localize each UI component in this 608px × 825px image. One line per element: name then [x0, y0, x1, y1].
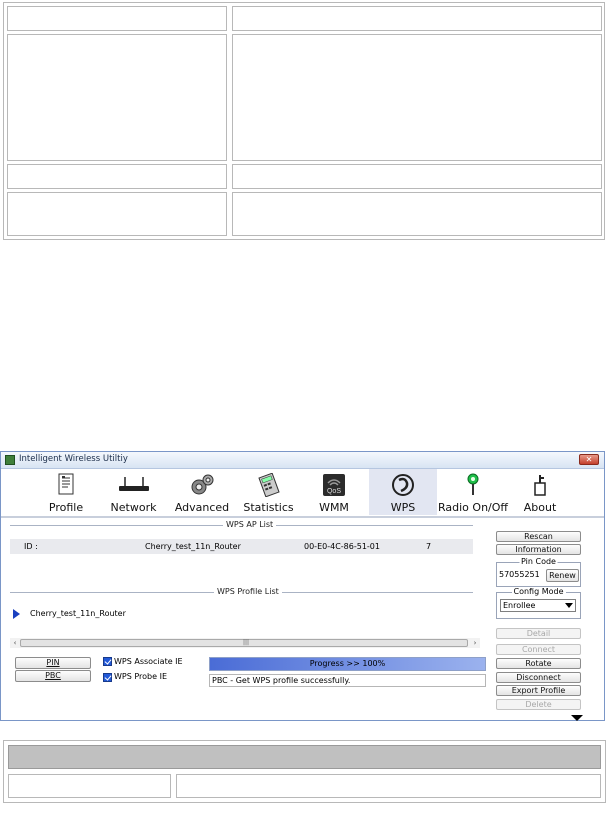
advanced-icon — [191, 474, 214, 495]
ap-list-empty-area[interactable] — [10, 554, 473, 584]
title-bar[interactable]: Intelligent Wireless Utiltiy ✕ — [1, 452, 604, 469]
app-icon — [5, 455, 15, 465]
pbc-button-label: PBC — [45, 671, 61, 680]
selected-arrow-icon — [13, 609, 20, 619]
bottom-document-table — [3, 740, 606, 803]
wps-associate-ie-label: WPS Associate IE — [114, 657, 183, 666]
ap-bssid: 00-E0-4C-86-51-01 — [304, 542, 380, 551]
table-cell — [8, 774, 171, 798]
tab-label: About — [523, 501, 557, 514]
scroll-right-arrow[interactable]: › — [470, 638, 480, 648]
tab-network[interactable]: Network — [106, 469, 161, 515]
rescan-button[interactable]: Rescan — [496, 531, 581, 542]
scroll-thumb[interactable]: ||| — [20, 639, 468, 647]
ap-id-label: ID : — [24, 542, 38, 551]
tab-label: Profile — [48, 501, 84, 514]
status-text: PBC - Get WPS profile successfully. — [209, 674, 486, 687]
tab-wps[interactable]: WPS — [369, 469, 437, 515]
scroll-grip: ||| — [243, 639, 250, 646]
expand-down-icon[interactable] — [571, 715, 583, 721]
radio-icon — [467, 473, 479, 495]
table-row[interactable]: ID : Cherry_test_11n_Router 00-E0-4C-86-… — [10, 539, 473, 554]
tab-label: Network — [110, 501, 157, 514]
toolbar-divider — [1, 516, 604, 518]
progress-text: Progress >> 100% — [309, 659, 386, 668]
close-button[interactable]: ✕ — [579, 454, 599, 465]
wps-probe-ie-checkbox[interactable] — [103, 673, 112, 682]
table-cell — [232, 164, 602, 189]
wps-probe-ie-label: WPS Probe IE — [114, 672, 168, 681]
chevron-down-icon — [565, 603, 573, 608]
table-cell — [7, 192, 227, 236]
wps-associate-ie-checkbox[interactable] — [103, 657, 112, 666]
wps-ap-list-title: WPS AP List — [223, 520, 277, 529]
list-item[interactable]: Cherry_test_11n_Router — [30, 609, 126, 618]
information-button[interactable]: Information — [496, 544, 581, 555]
tab-label: Advanced — [174, 501, 230, 514]
profile-list[interactable]: Cherry_test_11n_Router — [10, 603, 473, 635]
config-mode-group: Config Mode Enrollee — [496, 587, 581, 619]
ap-channel: 7 — [426, 542, 432, 551]
tab-label: WMM — [319, 501, 349, 514]
config-mode-select[interactable]: Enrollee — [500, 599, 576, 612]
delete-button[interactable]: Delete — [496, 699, 581, 710]
table-cell — [232, 34, 602, 161]
table-cell — [7, 164, 227, 189]
detail-button[interactable]: Detail — [496, 628, 581, 639]
toolbar: Profile Network Advanced Statistics QoS … — [1, 469, 604, 515]
ap-ssid: Cherry_test_11n_Router — [145, 542, 241, 551]
export-profile-button[interactable]: Export Profile — [496, 685, 581, 696]
about-icon — [534, 475, 546, 496]
pin-button-label: PIN — [46, 658, 60, 667]
wps-icon — [392, 474, 414, 496]
profile-icon — [58, 473, 74, 495]
pbc-button[interactable]: PBC — [15, 670, 91, 682]
tab-wmm[interactable]: QoS WMM — [309, 469, 359, 515]
wps-profile-list-title: WPS Profile List — [214, 587, 282, 596]
tab-label: Radio On/Off — [438, 501, 508, 514]
table-header-row — [8, 745, 601, 769]
table-cell — [176, 774, 601, 798]
tab-label: WPS — [390, 501, 416, 514]
pin-code-group: Pin Code 57055251 Renew — [496, 557, 581, 587]
config-mode-value: Enrollee — [503, 601, 536, 610]
pin-button[interactable]: PIN — [15, 657, 91, 669]
config-mode-legend: Config Mode — [511, 587, 566, 596]
top-document-table — [3, 2, 605, 240]
statistics-icon — [257, 473, 280, 497]
rotate-button[interactable]: Rotate — [496, 658, 581, 669]
table-cell — [232, 192, 602, 236]
table-cell — [7, 6, 227, 31]
window-title: Intelligent Wireless Utiltiy — [19, 454, 128, 464]
tab-label: Statistics — [243, 501, 294, 514]
app-window: Intelligent Wireless Utiltiy ✕ Profile N… — [0, 451, 605, 721]
pin-code-value: 57055251 — [499, 570, 540, 579]
tab-statistics[interactable]: Statistics — [241, 469, 296, 515]
table-cell — [7, 34, 227, 161]
scroll-left-arrow[interactable]: ‹ — [10, 638, 20, 648]
qos-icon-text: QoS — [327, 488, 341, 495]
renew-button[interactable]: Renew — [546, 569, 579, 582]
tab-about[interactable]: About — [518, 469, 562, 515]
wmm-icon: QoS — [323, 474, 345, 496]
disconnect-button[interactable]: Disconnect — [496, 672, 581, 683]
progress-bar: Progress >> 100% — [209, 657, 486, 671]
tab-radio-onoff[interactable]: Radio On/Off — [437, 469, 509, 515]
pin-code-legend: Pin Code — [519, 557, 558, 566]
horizontal-scrollbar[interactable]: ‹ ||| › — [10, 638, 480, 648]
network-icon — [118, 477, 149, 491]
connect-button[interactable]: Connect — [496, 644, 581, 655]
tab-profile[interactable]: Profile — [41, 469, 91, 515]
table-cell — [232, 6, 602, 31]
tab-advanced[interactable]: Advanced — [173, 469, 231, 515]
